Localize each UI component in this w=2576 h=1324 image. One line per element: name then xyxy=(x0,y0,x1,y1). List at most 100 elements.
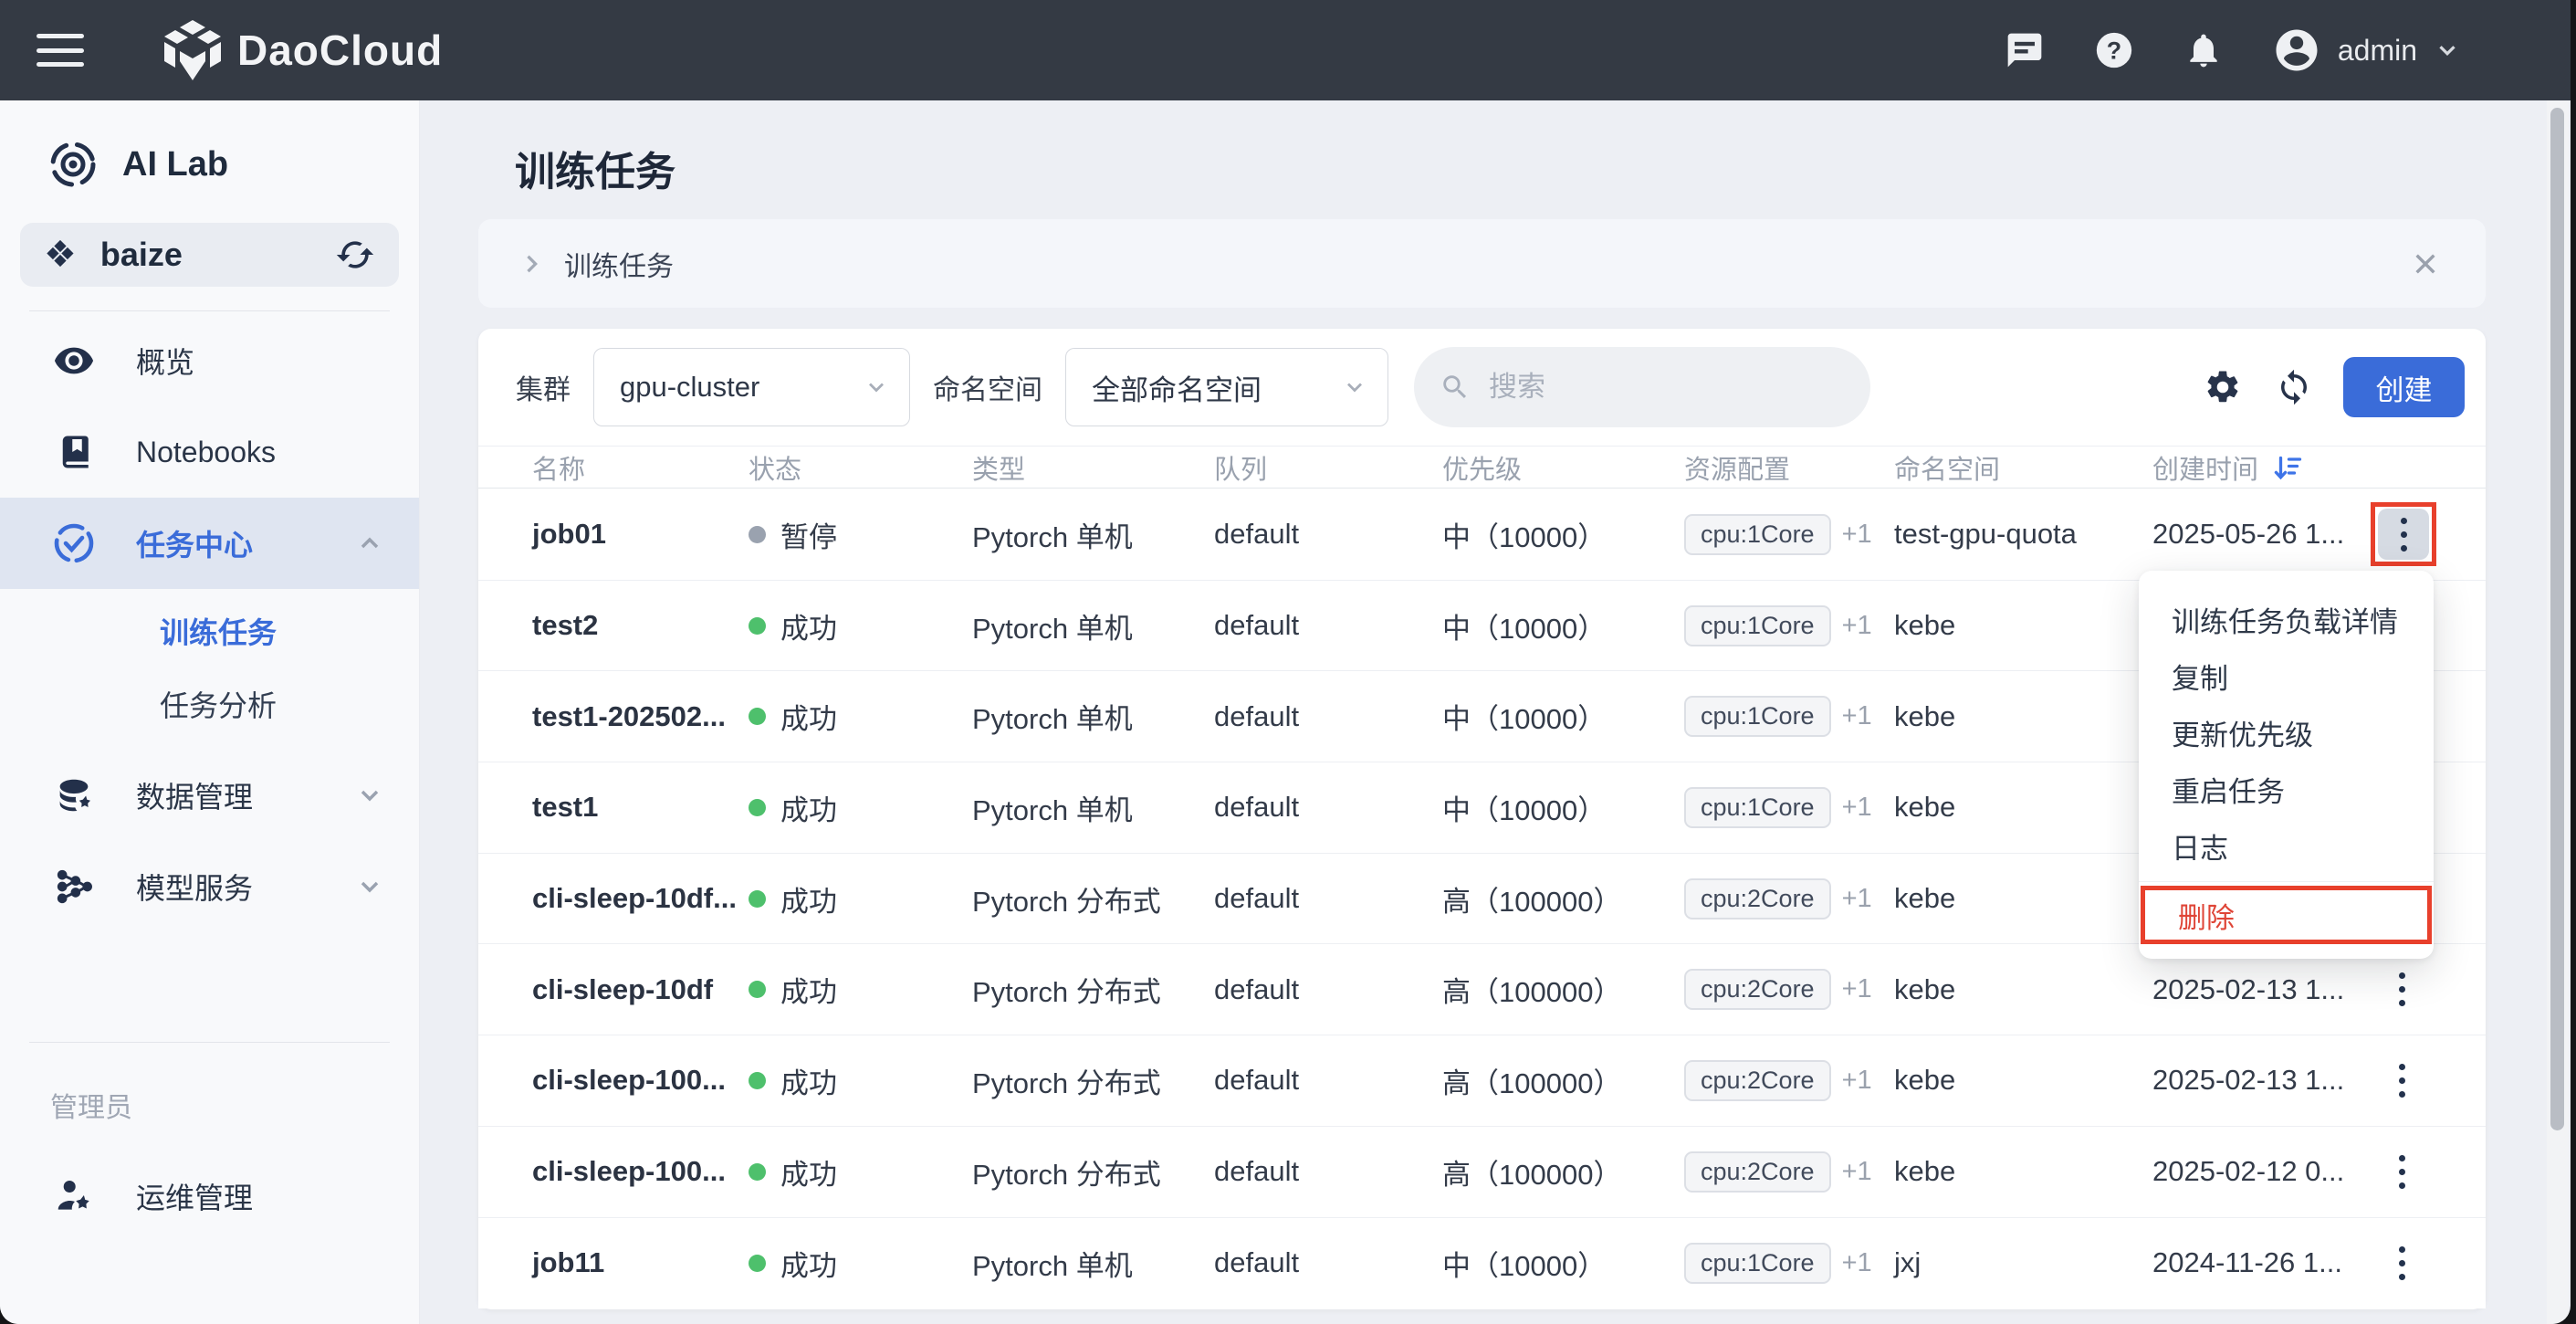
resource-extra-count[interactable]: +1 xyxy=(1842,1066,1872,1096)
job-queue: default xyxy=(1214,518,1442,551)
job-namespace: kebe xyxy=(1894,973,2152,1006)
messages-icon[interactable] xyxy=(2004,29,2046,71)
job-name[interactable]: job11 xyxy=(532,1246,749,1279)
status-text: 成功 xyxy=(780,1060,837,1101)
scrollbar-thumb[interactable] xyxy=(2550,108,2564,1130)
resource-extra-count[interactable]: +1 xyxy=(1842,974,1872,1004)
sidebar-item-label: 数据管理 xyxy=(136,774,355,816)
sidebar-item-data-management[interactable]: 数据管理 xyxy=(0,750,419,841)
job-priority: 高（100000） xyxy=(1442,878,1684,919)
resource-chip: cpu:2Core xyxy=(1684,1151,1831,1193)
job-namespace: kebe xyxy=(1894,609,2152,642)
job-namespace: kebe xyxy=(1894,1155,2152,1188)
cluster-select-value: gpu-cluster xyxy=(620,371,864,404)
context-menu-items: 训练任务负载详情复制更新优先级重启任务日志 xyxy=(2139,591,2434,874)
row-actions xyxy=(2369,1237,2486,1288)
sidebar-item-notebooks[interactable]: Notebooks xyxy=(0,406,419,498)
job-status: 成功 xyxy=(749,787,972,828)
brand[interactable]: DaoCloud xyxy=(164,20,443,80)
menu-item[interactable]: 训练任务负载详情 xyxy=(2139,591,2434,647)
job-name[interactable]: test1 xyxy=(532,791,749,824)
delete-annotation-box: 删除 xyxy=(2141,886,2432,944)
sidebar-item-ops-management[interactable]: 运维管理 xyxy=(0,1151,419,1242)
sidebar-item-overview[interactable]: 概览 xyxy=(0,315,419,406)
sort-descending-icon[interactable] xyxy=(2271,451,2304,484)
job-name[interactable]: cli-sleep-100... xyxy=(532,1155,749,1188)
menu-item[interactable]: 日志 xyxy=(2139,817,2434,874)
row-menu-kebab-icon[interactable] xyxy=(2376,964,2427,1015)
job-name[interactable]: job01 xyxy=(532,518,749,551)
job-priority: 中（10000） xyxy=(1442,787,1684,828)
resource-extra-count[interactable]: +1 xyxy=(1842,701,1872,731)
col-status: 状态 xyxy=(749,448,972,487)
close-icon[interactable] xyxy=(2405,244,2445,284)
search-box xyxy=(1414,347,1870,427)
divider xyxy=(2139,881,2434,882)
job-status: 成功 xyxy=(749,1243,972,1284)
job-queue: default xyxy=(1214,1246,1442,1279)
status-dot-icon xyxy=(749,981,766,998)
job-name[interactable]: cli-sleep-10df xyxy=(532,973,749,1006)
job-queue: default xyxy=(1214,1064,1442,1097)
user-menu[interactable]: admin xyxy=(2272,26,2461,75)
menu-toggle-icon[interactable] xyxy=(37,34,84,67)
chevron-down-icon xyxy=(1342,374,1367,400)
sidebar-item-task-center[interactable]: 任务中心 xyxy=(0,498,419,589)
col-resources: 资源配置 xyxy=(1684,448,1894,487)
menu-item[interactable]: 重启任务 xyxy=(2139,761,2434,817)
job-name[interactable]: test2 xyxy=(532,609,749,642)
sidebar-subitem-training-jobs[interactable]: 训练任务 xyxy=(0,594,419,667)
table-header: 名称 状态 类型 队列 优先级 资源配置 命名空间 创建时间 xyxy=(478,446,2486,489)
status-dot-icon xyxy=(749,1255,766,1272)
job-status: 成功 xyxy=(749,1060,972,1101)
create-button[interactable]: 创建 xyxy=(2343,357,2465,417)
help-icon[interactable]: ? xyxy=(2093,29,2135,71)
search-input[interactable] xyxy=(1487,370,1834,405)
status-dot-icon xyxy=(749,1163,766,1181)
eye-icon xyxy=(50,340,98,382)
page-title: 训练任务 xyxy=(515,139,2486,197)
resource-extra-count[interactable]: +1 xyxy=(1842,611,1872,641)
resource-extra-count[interactable]: +1 xyxy=(1842,1157,1872,1187)
row-menu-kebab-icon[interactable] xyxy=(2376,1055,2427,1106)
chevron-down-icon xyxy=(2434,37,2461,64)
resource-extra-count[interactable]: +1 xyxy=(1842,884,1872,914)
job-namespace: kebe xyxy=(1894,700,2152,733)
status-dot-icon xyxy=(749,708,766,725)
job-resources: cpu:2Core+1 xyxy=(1684,878,1894,919)
row-context-menu: 训练任务负载详情复制更新优先级重启任务日志 删除 xyxy=(2139,571,2434,959)
table-settings-gear-icon[interactable] xyxy=(2201,365,2245,409)
breadcrumb-item[interactable]: 训练任务 xyxy=(564,244,674,284)
row-menu-kebab-icon[interactable] xyxy=(2376,1237,2427,1288)
row-menu-kebab-icon[interactable] xyxy=(2376,1146,2427,1197)
job-name[interactable]: cli-sleep-10df... xyxy=(532,882,749,915)
row-menu-kebab-icon[interactable] xyxy=(2378,509,2429,560)
switch-workspace-icon[interactable] xyxy=(335,235,375,275)
job-type: Pytorch 单机 xyxy=(972,1243,1214,1284)
job-type: Pytorch 分布式 xyxy=(972,1151,1214,1193)
job-type: Pytorch 单机 xyxy=(972,696,1214,737)
sidebar: AI Lab ❖ baize 概览 Notebooks xyxy=(0,100,420,1324)
resource-extra-count[interactable]: +1 xyxy=(1842,1248,1872,1278)
breadcrumb-chevron-icon[interactable] xyxy=(518,251,544,277)
job-name[interactable]: test1-202502... xyxy=(532,700,749,733)
menu-item[interactable]: 复制 xyxy=(2139,647,2434,704)
menu-item-delete[interactable]: 删除 xyxy=(2145,890,2427,940)
resource-extra-count[interactable]: +1 xyxy=(1842,520,1872,550)
admin-section-label: 管理员 xyxy=(50,1085,419,1125)
refresh-icon[interactable] xyxy=(2272,365,2316,409)
job-resources: cpu:2Core+1 xyxy=(1684,1060,1894,1101)
workspace-name: baize xyxy=(100,236,335,274)
workspace-selector[interactable]: ❖ baize xyxy=(20,223,399,287)
sidebar-subitem-job-analysis[interactable]: 任务分析 xyxy=(0,667,419,741)
resource-extra-count[interactable]: +1 xyxy=(1842,793,1872,823)
cluster-label: 集群 xyxy=(516,367,571,407)
menu-item[interactable]: 更新优先级 xyxy=(2139,704,2434,761)
divider xyxy=(29,1042,390,1043)
job-name[interactable]: cli-sleep-100... xyxy=(532,1064,749,1097)
sidebar-item-model-service[interactable]: 模型服务 xyxy=(0,841,419,932)
namespace-select[interactable]: 全部命名空间 xyxy=(1065,348,1388,426)
cluster-select[interactable]: gpu-cluster xyxy=(593,348,910,426)
job-created: 2024-11-26 1... xyxy=(2152,1246,2369,1279)
notifications-bell-icon[interactable] xyxy=(2183,29,2225,71)
